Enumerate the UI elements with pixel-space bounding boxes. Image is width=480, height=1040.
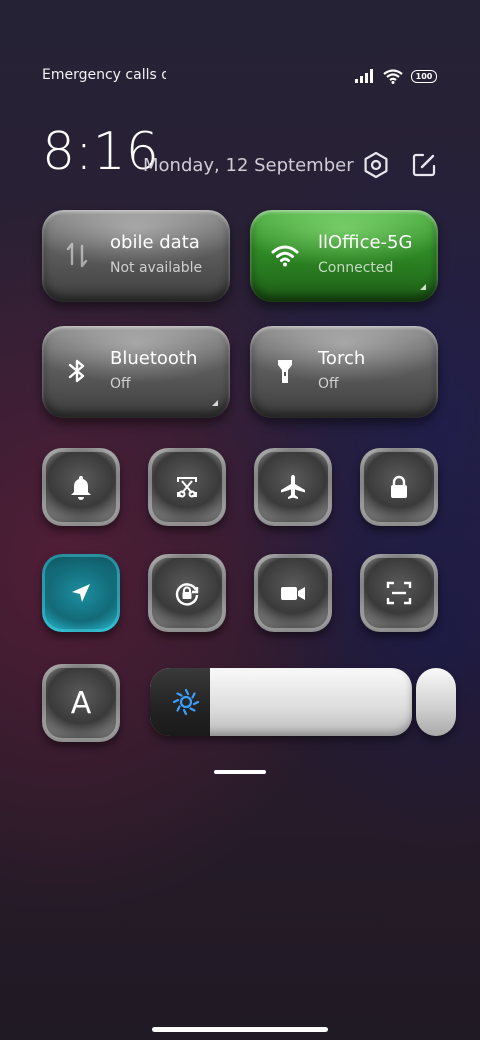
screen-recorder-toggle[interactable] xyxy=(254,554,332,632)
date-text: Monday, 12 September xyxy=(143,155,354,176)
torch-status: Off xyxy=(318,376,339,392)
screenshot-toggle[interactable] xyxy=(148,448,226,526)
font-toggle[interactable]: A xyxy=(42,664,120,742)
status-icons: 100 xyxy=(355,68,437,84)
bluetooth-icon xyxy=(68,359,85,383)
clock-time: 8:16 xyxy=(42,122,159,182)
airplane-icon xyxy=(281,475,305,499)
location-toggle[interactable] xyxy=(42,554,120,632)
torch-title: Torch xyxy=(318,348,366,369)
battery-icon: 100 xyxy=(411,69,437,83)
status-carrier-text: Emergency calls o xyxy=(42,67,166,83)
brightness-icon xyxy=(172,688,200,716)
mobile-data-icon xyxy=(66,242,88,268)
lock-icon xyxy=(391,475,407,498)
home-indicator[interactable] xyxy=(152,1027,328,1032)
sound-toggle[interactable] xyxy=(42,448,120,526)
bluetooth-tile[interactable]: Bluetooth Off xyxy=(42,326,230,418)
wifi-status: Connected xyxy=(318,260,394,276)
mobile-data-title: obile data xyxy=(110,232,200,253)
wifi-network-name: llOffice-5G xyxy=(318,232,413,253)
mobile-data-status: Not available xyxy=(110,260,203,276)
expand-corner-icon[interactable] xyxy=(420,284,426,290)
wifi-icon xyxy=(383,68,403,84)
scanner-toggle[interactable] xyxy=(360,554,438,632)
torch-tile[interactable]: Torch Off xyxy=(250,326,438,418)
settings-icon[interactable] xyxy=(362,151,390,179)
next-control-partial[interactable] xyxy=(416,668,456,736)
page-indicator xyxy=(214,770,266,774)
location-icon xyxy=(72,584,90,602)
scan-icon xyxy=(386,581,412,605)
signal-icon xyxy=(355,69,373,83)
video-camera-icon xyxy=(281,587,305,600)
rotation-lock-icon xyxy=(175,583,199,606)
lock-screen-toggle[interactable] xyxy=(360,448,438,526)
torch-icon xyxy=(278,360,292,383)
expand-corner-icon[interactable] xyxy=(212,400,218,406)
brightness-slider[interactable] xyxy=(150,668,412,736)
rotation-lock-toggle[interactable] xyxy=(148,554,226,632)
wifi-icon xyxy=(271,245,299,267)
mobile-data-tile[interactable]: obile data Not available xyxy=(42,210,230,302)
font-a-icon: A xyxy=(70,685,92,721)
screenshot-icon xyxy=(177,477,197,498)
airplane-mode-toggle[interactable] xyxy=(254,448,332,526)
edit-icon[interactable] xyxy=(410,151,438,179)
bluetooth-status: Off xyxy=(110,376,131,392)
bluetooth-title: Bluetooth xyxy=(110,348,198,369)
bell-icon xyxy=(71,476,91,500)
wifi-tile[interactable]: llOffice-5G Connected xyxy=(250,210,438,302)
